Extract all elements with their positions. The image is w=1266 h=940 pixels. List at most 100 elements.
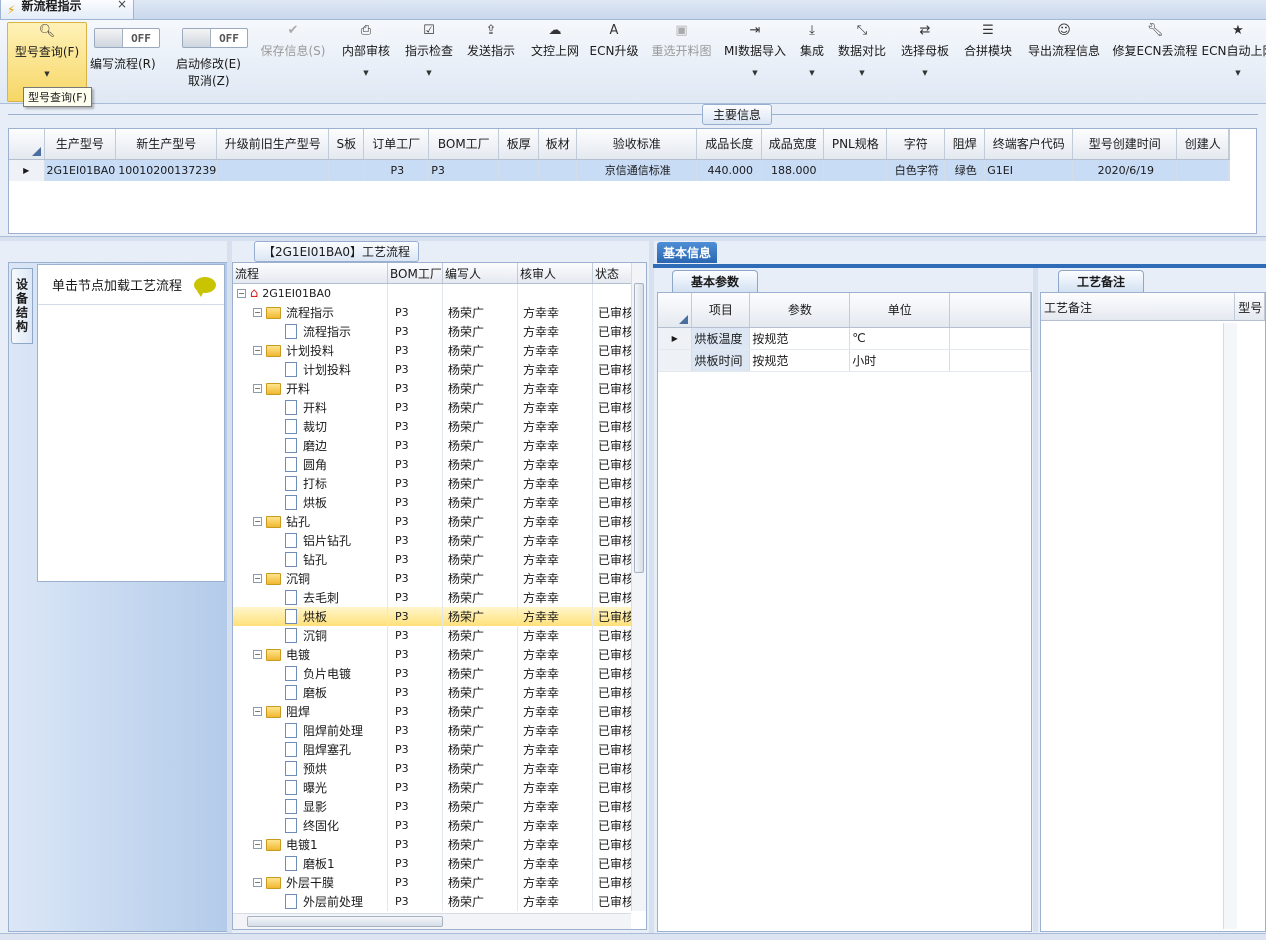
notes-vertical-scrollbar[interactable]: [1223, 323, 1237, 929]
ribbon-button-11[interactable]: ☰ 合拼模块: [962, 22, 1014, 102]
tree-row[interactable]: − 开料 P3 杨荣广 方幸幸 已审核: [233, 379, 633, 398]
tree-row[interactable]: − 计划投料 P3 杨荣广 方幸幸 已审核: [233, 341, 633, 360]
col-header-14[interactable]: 终端客户代码: [984, 129, 1074, 160]
col-header-writer[interactable]: 编写人: [443, 263, 518, 283]
tree-row[interactable]: 显影 P3 杨荣广 方幸幸 已审核: [233, 797, 633, 816]
tree-row[interactable]: 钻孔 P3 杨荣广 方幸幸 已审核: [233, 550, 633, 569]
col-header-0[interactable]: 生产型号: [44, 129, 117, 160]
tree-row[interactable]: − 外层干膜 P3 杨荣广 方幸幸 已审核: [233, 873, 633, 892]
col-header-model[interactable]: 型号: [1235, 293, 1265, 320]
tree-row[interactable]: 阻焊前处理 P3 杨荣广 方幸幸 已审核: [233, 721, 633, 740]
tree-row[interactable]: 磨边 P3 杨荣广 方幸幸 已审核: [233, 436, 633, 455]
vertical-splitter-right[interactable]: [649, 241, 654, 933]
tree-row[interactable]: 磨板 P3 杨荣广 方幸幸 已审核: [233, 683, 633, 702]
tree-row[interactable]: − 流程指示 P3 杨荣广 方幸幸 已审核: [233, 303, 633, 322]
collapse-icon[interactable]: −: [253, 346, 262, 355]
col-header-13[interactable]: 阻焊: [944, 129, 986, 160]
tree-vertical-scrollbar[interactable]: [631, 263, 646, 911]
chevron-down-icon[interactable]: ▼: [1235, 69, 1240, 77]
collapse-icon[interactable]: −: [253, 840, 262, 849]
tree-row[interactable]: 去毛刺 P3 杨荣广 方幸幸 已审核: [233, 588, 633, 607]
collapse-icon[interactable]: −: [253, 878, 262, 887]
tab-equipment-structure[interactable]: 设备结构: [11, 268, 33, 344]
tree-row[interactable]: 阻焊塞孔 P3 杨荣广 方幸幸 已审核: [233, 740, 633, 759]
tree-row[interactable]: − 沉铜 P3 杨荣广 方幸幸 已审核: [233, 569, 633, 588]
collapse-icon[interactable]: −: [253, 650, 262, 659]
collapse-icon[interactable]: −: [253, 517, 262, 526]
ribbon-button-0[interactable]: ✔ 保存信息(S): [258, 22, 328, 102]
chevron-down-icon[interactable]: ▼: [859, 69, 864, 77]
col-header-notes[interactable]: 工艺备注: [1041, 293, 1236, 320]
tree-row[interactable]: − 阻焊 P3 杨荣广 方幸幸 已审核: [233, 702, 633, 721]
tree-row[interactable]: 铝片钻孔 P3 杨荣广 方幸幸 已审核: [233, 531, 633, 550]
collapse-icon[interactable]: −: [253, 574, 262, 583]
table-row[interactable]: ▶ 烘板温度 按规范 ℃: [658, 327, 1031, 350]
tree-row[interactable]: − 电镀 P3 杨荣广 方幸幸 已审核: [233, 645, 633, 664]
ribbon-button-7[interactable]: ⇥ MI数据导入 ▼: [722, 22, 788, 102]
ribbon-button-8[interactable]: ⤓ 集成 ▼: [798, 22, 826, 102]
col-header-reviewer[interactable]: 核审人: [518, 263, 593, 283]
chevron-down-icon[interactable]: ▼: [44, 70, 49, 78]
ribbon-button-3[interactable]: ⇪ 发送指示: [465, 22, 517, 102]
collapse-icon[interactable]: −: [253, 707, 262, 716]
col-header-status[interactable]: 状态: [593, 263, 633, 283]
vertical-splitter-left[interactable]: [227, 241, 232, 933]
tree-row[interactable]: 流程指示 P3 杨荣广 方幸幸 已审核: [233, 322, 633, 341]
tree-row[interactable]: − 钻孔 P3 杨荣广 方幸幸 已审核: [233, 512, 633, 531]
table-row[interactable]: 烘板时间 按规范 小时: [658, 349, 1031, 372]
col-header-5[interactable]: BOM工厂: [428, 129, 500, 160]
tree-row[interactable]: 打标 P3 杨荣广 方幸幸 已审核: [233, 474, 633, 493]
tree-horizontal-scrollbar[interactable]: [233, 913, 631, 929]
collapse-icon[interactable]: −: [253, 308, 262, 317]
edit-flow-toggle[interactable]: OFF: [94, 28, 160, 48]
col-header-10[interactable]: 成品宽度: [761, 129, 825, 160]
col-header-16[interactable]: 创建人: [1176, 129, 1230, 160]
col-header-15[interactable]: 型号创建时间: [1072, 129, 1178, 160]
ribbon-button-9[interactable]: ⤡ 数据对比 ▼: [836, 22, 888, 102]
col-header-9[interactable]: 成品长度: [696, 129, 763, 160]
col-header-8[interactable]: 验收标准: [576, 129, 698, 160]
document-tab[interactable]: ⚡ 新流程指示 ×: [0, 0, 134, 20]
col-header-item[interactable]: 项目: [691, 293, 751, 328]
ribbon-button-4[interactable]: ☁ 文控上网: [528, 22, 582, 102]
col-header-7[interactable]: 板材: [538, 129, 578, 160]
vertical-splitter-notes[interactable]: [1033, 268, 1038, 932]
tree-row[interactable]: 曝光 P3 杨荣广 方幸幸 已审核: [233, 778, 633, 797]
table-row[interactable]: ▶ 2G1EI01BA0 10010200137239 P3 P3 京信通信标准 440.0…: [9, 159, 1231, 181]
start-modify-toggle[interactable]: OFF: [182, 28, 248, 48]
col-header-6[interactable]: 板厚: [498, 129, 540, 160]
horizontal-splitter[interactable]: [0, 236, 1266, 241]
tree-row[interactable]: 圆角 P3 杨荣广 方幸幸 已审核: [233, 455, 633, 474]
tree-row[interactable]: 沉铜 P3 杨荣广 方幸幸 已审核: [233, 626, 633, 645]
tab-process-notes[interactable]: 工艺备注: [1058, 270, 1145, 292]
col-header-4[interactable]: 订单工厂: [363, 129, 430, 160]
collapse-icon[interactable]: −: [253, 384, 262, 393]
tree-row[interactable]: 磨板1 P3 杨荣广 方幸幸 已审核: [233, 854, 633, 873]
scroll-thumb[interactable]: [247, 916, 443, 927]
close-icon[interactable]: ×: [117, 0, 127, 11]
collapse-icon[interactable]: −: [237, 289, 246, 298]
ribbon-button-12[interactable]: ☺ 导出流程信息: [1025, 22, 1103, 102]
scroll-thumb[interactable]: [634, 283, 644, 573]
tab-basic-params[interactable]: 基本参数: [672, 270, 759, 292]
chevron-down-icon[interactable]: ▼: [752, 69, 757, 77]
chevron-down-icon[interactable]: ▼: [363, 69, 368, 77]
col-header-bom-factory[interactable]: BOM工厂: [388, 263, 443, 283]
tree-row[interactable]: 烘板 P3 杨荣广 方幸幸 已审核: [233, 607, 633, 626]
ribbon-button-13[interactable]: 🔧︎ 修复ECN丢流程: [1112, 22, 1198, 102]
col-header-flow[interactable]: 流程: [233, 263, 388, 283]
col-header-param[interactable]: 参数: [749, 293, 851, 328]
ribbon-button-1[interactable]: ⎙ 内部审核 ▼: [340, 22, 392, 102]
tree-row[interactable]: − 电镀1 P3 杨荣广 方幸幸 已审核: [233, 835, 633, 854]
chevron-down-icon[interactable]: ▼: [922, 69, 927, 77]
col-header-2[interactable]: 升级前旧生产型号: [216, 129, 330, 160]
tree-root[interactable]: − ⌂ 2G1EI01BA0: [233, 284, 633, 303]
chevron-down-icon[interactable]: ▼: [809, 69, 814, 77]
tree-row[interactable]: 开料 P3 杨荣广 方幸幸 已审核: [233, 398, 633, 417]
ribbon-button-5[interactable]: A ECN升级: [590, 22, 639, 102]
col-header-12[interactable]: 字符: [886, 129, 946, 160]
tree-row[interactable]: 计划投料 P3 杨荣广 方幸幸 已审核: [233, 360, 633, 379]
ribbon-button-2[interactable]: ☑ 指示检查 ▼: [403, 22, 455, 102]
ribbon-button-6[interactable]: ▣ 重选开料图: [650, 22, 713, 102]
cancel-modify-label[interactable]: 取消(Z): [188, 72, 230, 89]
